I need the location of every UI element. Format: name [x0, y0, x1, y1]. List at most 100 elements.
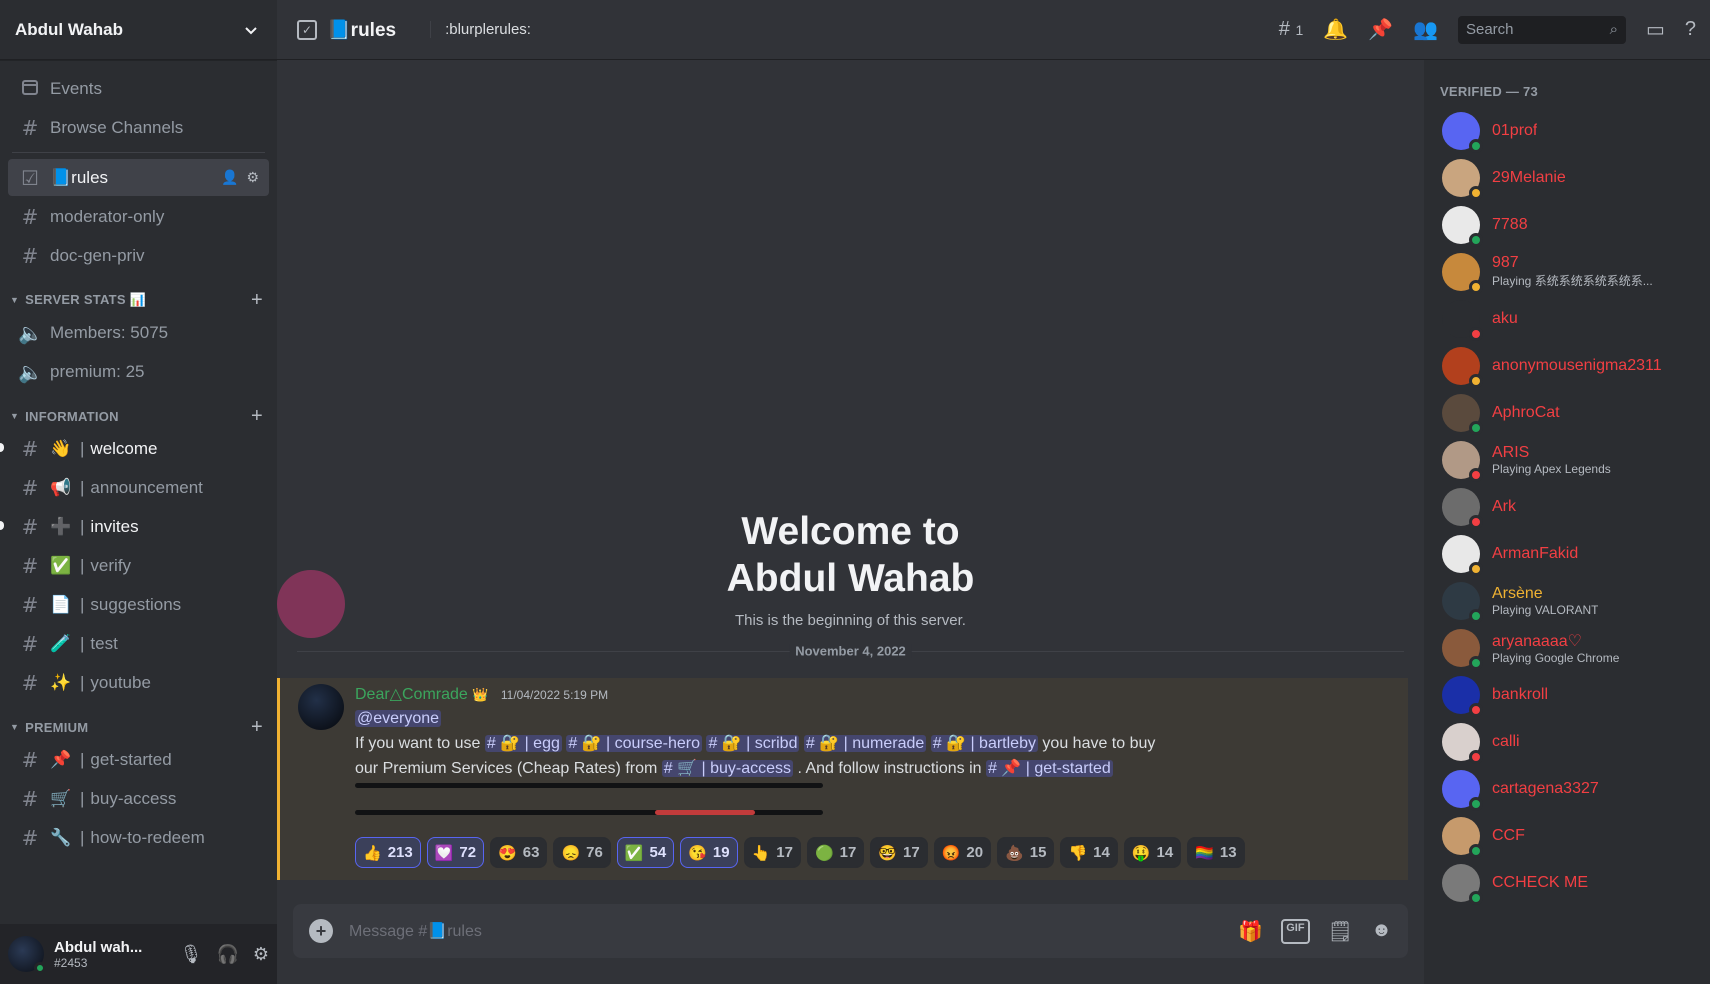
dnd-status-icon	[1469, 467, 1483, 482]
member-item[interactable]: AphroCat	[1440, 389, 1702, 436]
reaction[interactable]: 💩 15	[997, 837, 1055, 868]
events-link[interactable]: Events	[8, 70, 269, 107]
add-channel-icon[interactable]: +	[251, 289, 263, 312]
member-item[interactable]: cartagena3327	[1440, 765, 1702, 812]
microphone-icon[interactable]: 🎙	[180, 944, 203, 965]
reaction[interactable]: 😞 76	[553, 837, 611, 868]
channel-mention-buy-access[interactable]: # 🛒 | buy-access	[661, 760, 793, 777]
channel-item[interactable]: # 🛒 | buy-access	[8, 780, 269, 817]
channel-moderator-only[interactable]: # moderator-only	[8, 198, 269, 235]
channel-item[interactable]: 🔈 Members: 5075	[8, 314, 269, 351]
member-name: Arsène	[1492, 584, 1543, 602]
gift-icon[interactable]: 🎁	[1238, 919, 1263, 944]
member-item[interactable]: aku	[1440, 295, 1702, 342]
channel-item[interactable]: # 📢 | announcement	[8, 469, 269, 506]
channel-emoji: 📢	[50, 477, 72, 497]
channel-item[interactable]: # 🧪 | test	[8, 625, 269, 662]
member-item[interactable]: aryanaaaa♡ Playing Google Chrome	[1440, 624, 1702, 671]
inbox-icon[interactable]: ▭	[1646, 17, 1665, 42]
mention-everyone[interactable]: @everyone	[355, 710, 442, 727]
member-item[interactable]: bankroll	[1440, 671, 1702, 718]
settings-gear-icon[interactable]: ⚙	[253, 944, 269, 965]
message-composer[interactable]: + Message #📘rules 🎁 GIF 🗒 ☻	[293, 904, 1408, 958]
sticker-icon[interactable]: 🗒	[1328, 919, 1353, 944]
member-item[interactable]: anonymousenigma2311	[1440, 342, 1702, 389]
messages-list: Welcome to Abdul Wahab This is the beginn…	[277, 60, 1424, 904]
channel-item[interactable]: # 📌 | get-started	[8, 741, 269, 778]
browse-channels-link[interactable]: # Browse Channels	[8, 109, 269, 146]
member-item[interactable]: ArmanFakid	[1440, 530, 1702, 577]
bell-icon[interactable]: 🔔	[1323, 17, 1348, 42]
channel-mention-scribd[interactable]: # 🔐 | scribd	[706, 735, 800, 752]
member-item[interactable]: 7788	[1440, 201, 1702, 248]
reaction[interactable]: 😍 63	[490, 837, 548, 868]
message[interactable]: Dear△Comrade 👑 11/04/2022 5:19 PM @every…	[277, 678, 1408, 880]
channel-mention-course-hero[interactable]: # 🔐 | course-hero	[566, 735, 703, 752]
member-item[interactable]: CCHECK ME	[1440, 859, 1702, 906]
reaction[interactable]: 🟢 17	[806, 837, 865, 868]
headphones-icon[interactable]: 🎧	[216, 944, 238, 965]
reaction[interactable]: 💟 72	[426, 837, 485, 868]
gif-icon[interactable]: GIF	[1281, 918, 1310, 944]
reaction[interactable]: 🤑 14	[1123, 837, 1182, 868]
member-item[interactable]: 29Melanie	[1440, 154, 1702, 201]
channel-rules[interactable]: ☑ 📘rules 👤 ⚙	[8, 159, 269, 196]
reaction[interactable]: 👍 213	[355, 837, 421, 868]
reaction[interactable]: 🤓 17	[870, 837, 928, 868]
avatar[interactable]	[8, 936, 46, 974]
help-icon[interactable]: ?	[1685, 18, 1696, 41]
channel-item[interactable]: # ➕ | invites	[0, 508, 269, 545]
message-input[interactable]: Message #📘rules	[349, 921, 1238, 941]
emoji-icon[interactable]: ☻	[1371, 919, 1392, 944]
add-channel-icon[interactable]: +	[251, 716, 263, 739]
channel-mention-numerade[interactable]: # 🔐 | numerade	[803, 735, 927, 752]
member-item[interactable]: CCF	[1440, 812, 1702, 859]
reaction[interactable]: 👆 17	[743, 837, 801, 868]
reaction[interactable]: 😡 20	[933, 837, 992, 868]
member-activity: Playing 系统系统系统系统系...	[1492, 274, 1653, 288]
channel-item[interactable]: # ✨ | youtube	[8, 664, 269, 701]
channel-item[interactable]: 🔈 premium: 25	[8, 353, 269, 390]
pin-icon[interactable]: 📌	[1368, 17, 1393, 42]
reaction[interactable]: 👎 14	[1060, 837, 1118, 868]
members-icon[interactable]: 👥	[1413, 17, 1438, 42]
category-header[interactable]: ▼ PREMIUM +	[8, 715, 269, 739]
member-item[interactable]: ARIS Playing Apex Legends	[1440, 436, 1702, 483]
channel-item[interactable]: # 📄 | suggestions	[8, 586, 269, 623]
reaction[interactable]: 🏳️‍🌈 13	[1187, 837, 1245, 868]
user-tag: #2453	[54, 955, 88, 970]
add-channel-icon[interactable]: +	[251, 405, 263, 428]
channel-header: ✓ 📘rules :blurplerules: # 1 🔔 📌 👥 Search…	[277, 0, 1710, 60]
member-item[interactable]: 987 Playing 系统系统系统系统系...	[1440, 248, 1702, 295]
channel-mention-get-started[interactable]: # 📌 | get-started	[986, 760, 1113, 777]
channel-item[interactable]: # 👋 | welcome	[0, 430, 269, 467]
member-item[interactable]: 01prof	[1440, 107, 1702, 154]
channel-doc-gen-priv[interactable]: # doc-gen-priv	[8, 237, 269, 274]
reaction-count: 13	[1219, 844, 1237, 861]
channel-item[interactable]: # 🔧 | how-to-redeem	[8, 819, 269, 856]
search-input[interactable]: Search ⌕	[1457, 15, 1626, 44]
category-header[interactable]: ▼ SERVER STATS 📊 +	[8, 288, 269, 312]
channel-mention-egg[interactable]: # 🔐 | egg	[484, 735, 562, 752]
channel-item[interactable]: # ✅ | verify	[8, 547, 269, 584]
reaction[interactable]: ✅ 54	[616, 837, 675, 868]
hash-icon: #	[21, 592, 39, 617]
threads-icon[interactable]: # 1	[1279, 18, 1303, 41]
search-placeholder: Search	[1465, 21, 1514, 38]
gear-icon[interactable]: ⚙	[246, 169, 259, 186]
channel-mention-bartleby[interactable]: # 🔐 | bartleby	[930, 735, 1038, 752]
member-item[interactable]: calli	[1440, 718, 1702, 765]
member-item[interactable]: Arsène Playing VALORANT	[1440, 577, 1702, 624]
member-item[interactable]: Ark	[1440, 483, 1702, 530]
message-author[interactable]: Dear△Comrade	[355, 686, 468, 703]
avatar[interactable]	[298, 684, 344, 730]
reaction[interactable]: 😘 19	[680, 837, 738, 868]
add-attachment-icon[interactable]: +	[309, 919, 333, 943]
add-member-icon[interactable]: 👤	[221, 169, 238, 186]
server-header[interactable]: Abdul Wahab	[0, 0, 277, 60]
channel-topic[interactable]: :blurplerules:	[430, 21, 531, 38]
chevron-down-icon[interactable]	[243, 22, 259, 38]
category-header[interactable]: ▼ INFORMATION +	[8, 404, 269, 428]
dnd-status-icon	[1469, 702, 1483, 717]
category-name: PREMIUM	[25, 719, 89, 735]
